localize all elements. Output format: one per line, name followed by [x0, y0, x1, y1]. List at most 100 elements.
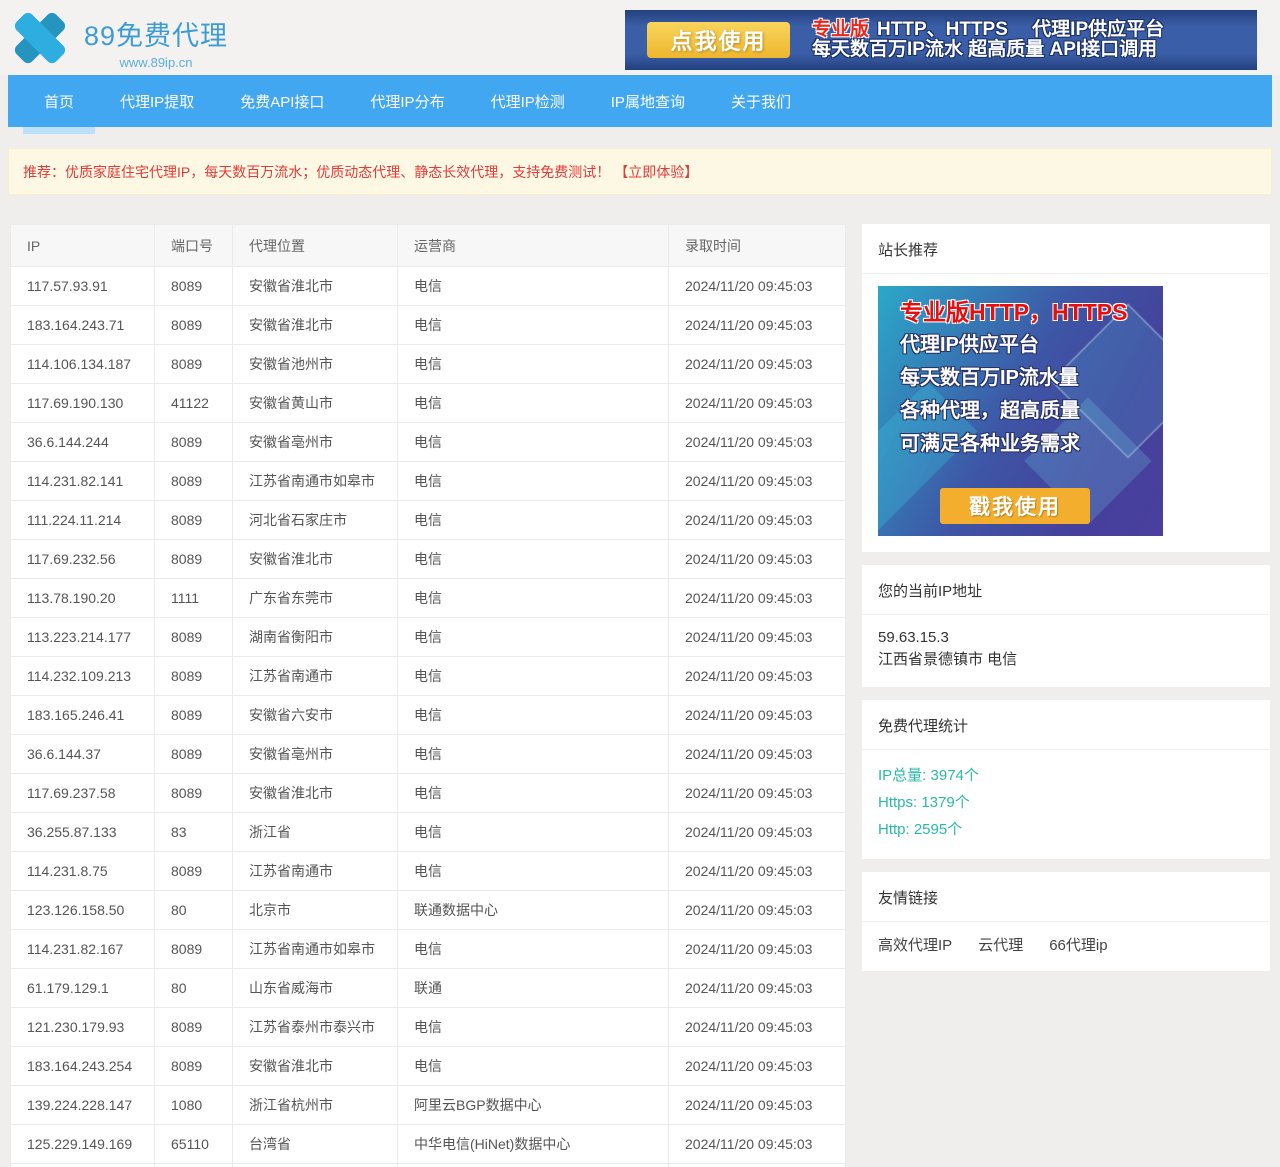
- nav-item[interactable]: 代理IP分布: [347, 75, 467, 127]
- table-cell: 安徽省亳州市: [233, 423, 398, 462]
- friend-link[interactable]: 高效代理IP: [878, 937, 952, 954]
- table-cell: 2024/11/20 09:45:03: [669, 579, 846, 618]
- table-cell: 2024/11/20 09:45:03: [669, 930, 846, 969]
- friend-link[interactable]: 66代理ip: [1049, 937, 1107, 954]
- table-cell: 中华电信(HiNet)数据中心: [398, 1125, 669, 1164]
- sidebar: 站长推荐 专业版HTTP，HTTPS 代理IP供应平台 每天数百万IP流水量 各…: [862, 224, 1270, 984]
- table-cell: 2024/11/20 09:45:03: [669, 852, 846, 891]
- table-cell: 8089: [155, 462, 233, 501]
- table-cell: 117.69.237.58: [11, 774, 155, 813]
- table-cell: 台湾省: [233, 1125, 398, 1164]
- table-cell: 江苏省南通市如皋市: [233, 462, 398, 501]
- table-row: 117.57.93.918089安徽省淮北市电信2024/11/20 09:45…: [11, 267, 846, 306]
- table-cell: 114.231.8.75: [11, 852, 155, 891]
- table-cell: 2024/11/20 09:45:03: [669, 1008, 846, 1047]
- table-cell: 2024/11/20 09:45:03: [669, 540, 846, 579]
- table-cell: 117.69.232.56: [11, 540, 155, 579]
- table-cell: 8089: [155, 657, 233, 696]
- table-cell: 联通数据中心: [398, 891, 669, 930]
- table-cell: 1080: [155, 1086, 233, 1125]
- table-cell: 安徽省淮北市: [233, 1047, 398, 1086]
- current-ip-value: 59.63.15.3: [878, 627, 1254, 649]
- table-cell: 117.69.190.130: [11, 384, 155, 423]
- nav-item[interactable]: 代理IP提取: [97, 75, 217, 127]
- proxy-table-panel: IP端口号代理位置运营商录取时间 117.57.93.918089安徽省淮北市电…: [10, 224, 846, 1167]
- table-cell: 114.231.82.167: [11, 930, 155, 969]
- table-cell: 电信: [398, 501, 669, 540]
- table-cell: 183.164.243.254: [11, 1047, 155, 1086]
- banner-text: 专业版HTTP、HTTPS 代理IP供应平台 每天数百万IP流水 超高质量 AP…: [812, 20, 1164, 60]
- table-cell: 浙江省: [233, 813, 398, 852]
- table-cell: 电信: [398, 657, 669, 696]
- table-row: 36.255.87.13383浙江省电信2024/11/20 09:45:03: [11, 813, 846, 852]
- table-row: 114.106.134.1878089安徽省池州市电信2024/11/20 09…: [11, 345, 846, 384]
- table-cell: 8089: [155, 423, 233, 462]
- table-header-cell: 代理位置: [233, 225, 398, 267]
- banner-use-button[interactable]: 点我使用: [647, 22, 790, 58]
- table-row: 123.126.158.5080北京市联通数据中心2024/11/20 09:4…: [11, 891, 846, 930]
- sidebar-ad-banner[interactable]: 专业版HTTP，HTTPS 代理IP供应平台 每天数百万IP流水量 各种代理，超…: [878, 286, 1163, 536]
- table-cell: 8089: [155, 1008, 233, 1047]
- table-cell: 电信: [398, 696, 669, 735]
- table-cell: 2024/11/20 09:45:03: [669, 423, 846, 462]
- table-row: 114.231.82.1678089江苏省南通市如皋市电信2024/11/20 …: [11, 930, 846, 969]
- table-cell: 123.126.158.50: [11, 891, 155, 930]
- proxy-table: IP端口号代理位置运营商录取时间 117.57.93.918089安徽省淮北市电…: [10, 224, 846, 1167]
- notice-try-now-link[interactable]: 【立即体验】: [614, 162, 698, 182]
- table-cell: 安徽省六安市: [233, 696, 398, 735]
- table-row: 117.69.237.588089安徽省淮北市电信2024/11/20 09:4…: [11, 774, 846, 813]
- table-cell: 83: [155, 813, 233, 852]
- stats-list: IP总量: 3974个Https: 1379个Http: 2595个: [862, 750, 1270, 859]
- table-row: 117.69.232.568089安徽省淮北市电信2024/11/20 09:4…: [11, 540, 846, 579]
- brand-domain: www.89ip.cn: [84, 55, 228, 70]
- table-cell: 湖南省衡阳市: [233, 618, 398, 657]
- table-cell: 江苏省南通市如皋市: [233, 930, 398, 969]
- table-cell: 111.224.11.214: [11, 501, 155, 540]
- notice-bar: 推荐：优质家庭住宅代理IP，每天数百万流水；优质动态代理、静态长效代理，支持免费…: [8, 148, 1272, 195]
- table-cell: 江苏省南通市: [233, 657, 398, 696]
- panel-friend-links-title: 友情链接: [862, 872, 1270, 922]
- table-cell: 65110: [155, 1125, 233, 1164]
- table-row: 125.229.149.16965110台湾省中华电信(HiNet)数据中心20…: [11, 1125, 846, 1164]
- top-promo-banner[interactable]: 点我使用 专业版HTTP、HTTPS 代理IP供应平台 每天数百万IP流水 超高…: [625, 10, 1257, 70]
- table-header-cell: 端口号: [155, 225, 233, 267]
- ad-line: 代理IP供应平台: [900, 329, 1163, 362]
- table-cell: 113.223.214.177: [11, 618, 155, 657]
- table-row: 183.164.243.718089安徽省淮北市电信2024/11/20 09:…: [11, 306, 846, 345]
- nav-item[interactable]: 免费API接口: [217, 75, 347, 127]
- panel-current-ip: 您的当前IP地址 59.63.15.3 江西省景德镇市 电信: [862, 565, 1270, 687]
- table-cell: 电信: [398, 579, 669, 618]
- table-cell: 80: [155, 891, 233, 930]
- table-header-cell: 录取时间: [669, 225, 846, 267]
- table-cell: 80: [155, 969, 233, 1008]
- nav-item[interactable]: 代理IP检测: [468, 75, 588, 127]
- nav-list: 首页代理IP提取免费API接口代理IP分布代理IP检测IP属地查询关于我们: [21, 75, 1272, 127]
- panel-friend-links: 友情链接 高效代理IP 云代理 66代理ip: [862, 872, 1270, 971]
- table-cell: 2024/11/20 09:45:03: [669, 618, 846, 657]
- table-cell: 2024/11/20 09:45:03: [669, 267, 846, 306]
- table-cell: 2024/11/20 09:45:03: [669, 813, 846, 852]
- ad-line: 每天数百万IP流水量: [900, 362, 1163, 395]
- table-cell: 2024/11/20 09:45:03: [669, 657, 846, 696]
- table-cell: 139.224.228.147: [11, 1086, 155, 1125]
- table-cell: 阿里云BGP数据中心: [398, 1086, 669, 1125]
- table-cell: 121.230.179.93: [11, 1008, 155, 1047]
- ad-use-button[interactable]: 戳我使用: [940, 488, 1090, 524]
- table-cell: 2024/11/20 09:45:03: [669, 1086, 846, 1125]
- table-cell: [155, 1164, 233, 1167]
- table-cell: [11, 1164, 155, 1167]
- friend-link[interactable]: 云代理: [978, 937, 1023, 954]
- site-logo[interactable]: 89免费代理 www.89ip.cn: [10, 8, 228, 70]
- nav-item[interactable]: 关于我们: [708, 75, 814, 127]
- table-cell: 广东省东莞市: [233, 579, 398, 618]
- table-cell: 36.6.144.244: [11, 423, 155, 462]
- table-cell: 安徽省亳州市: [233, 735, 398, 774]
- table-cell: 电信: [398, 267, 669, 306]
- nav-item[interactable]: 首页: [21, 75, 97, 127]
- table-row: 114.231.8.758089江苏省南通市电信2024/11/20 09:45…: [11, 852, 846, 891]
- table-row: 121.230.179.938089江苏省泰州市泰兴市电信2024/11/20 …: [11, 1008, 846, 1047]
- table-cell: 2024/11/20 09:45:03: [669, 774, 846, 813]
- proxy-table-body: 117.57.93.918089安徽省淮北市电信2024/11/20 09:45…: [11, 267, 846, 1167]
- nav-item[interactable]: IP属地查询: [588, 75, 708, 127]
- table-cell: 江苏省泰州市泰兴市: [233, 1008, 398, 1047]
